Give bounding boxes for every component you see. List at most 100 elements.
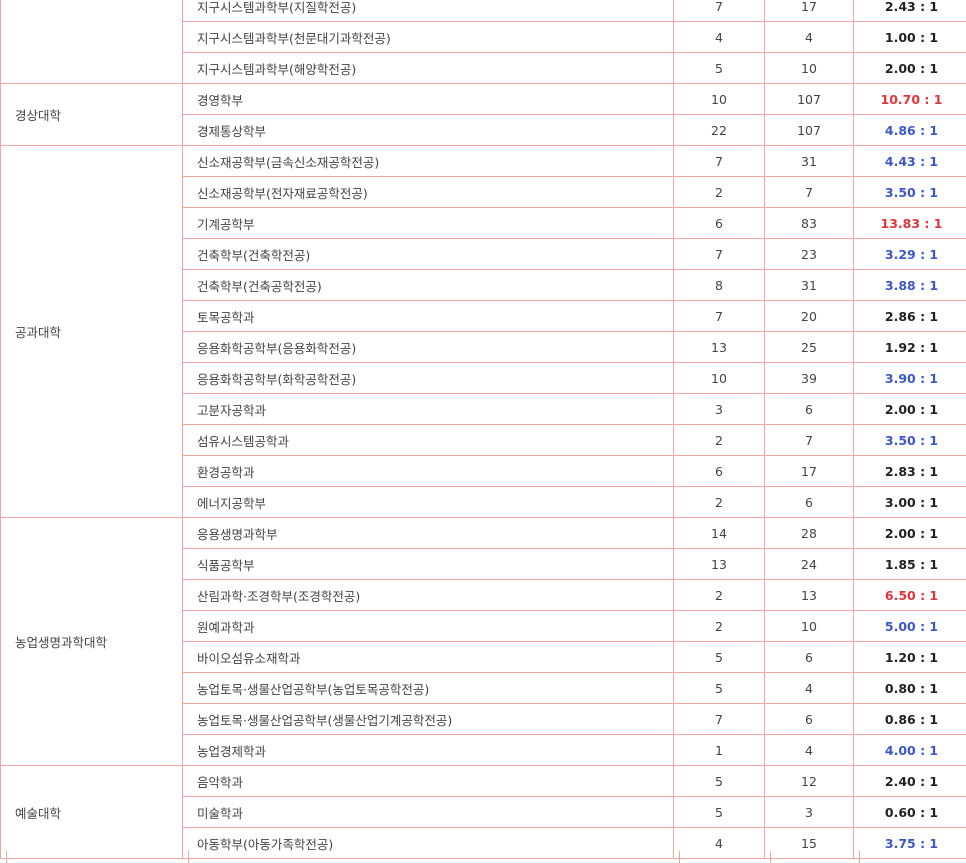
department-cell: 바이오섬유소재학과 [182,641,674,673]
ratio-cell: 3.29 : 1 [853,238,966,270]
table-row: 농업생명과학대학 응용생명과학부 14 28 2.00 : 1 [0,517,966,766]
applicants-cell: 4 [764,21,854,53]
quota-cell: 4 [673,827,765,859]
ratio-cell: 2.86 : 1 [853,300,966,332]
department-cell: 환경공학과 [182,455,674,487]
ratio-cell: 10.70 : 1 [853,83,966,115]
department-cell: 응용생명과학부 [182,517,674,549]
ratio-cell: 3.90 : 1 [853,362,966,394]
applicants-cell: 6 [764,393,854,425]
applicants-cell: 25 [764,331,854,363]
quota-cell: 10 [673,362,765,394]
applicants-cell: 31 [764,145,854,177]
department-cell: 에너지공학부 [182,486,674,518]
department-cell: 응용화학공학부(응용화학전공) [182,331,674,363]
applicants-cell: 107 [764,83,854,115]
ratio-cell: 2.43 : 1 [853,0,966,22]
college-cell [0,0,183,84]
quota-cell: 6 [673,207,765,239]
department-cell: 건축학부(건축학전공) [182,238,674,270]
ratio-cell: 3.50 : 1 [853,176,966,208]
applicants-cell: 6 [764,703,854,735]
ratio-cell: 3.00 : 1 [853,486,966,518]
table-row: 공과대학 신소재공학부(금속신소재공학전공) 7 31 4.43 : 1 [0,145,966,518]
quota-cell: 2 [673,486,765,518]
applicants-cell: 39 [764,362,854,394]
table-row: 예술대학 음악학과 5 12 2.40 : 1 [0,765,966,859]
department-cell: 경제통상학부 [182,114,674,146]
quota-cell: 5 [673,672,765,704]
ratio-cell: 0.60 : 1 [853,796,966,828]
ratio-cell: 2.00 : 1 [853,393,966,425]
applicants-cell: 20 [764,300,854,332]
quota-cell: 10 [673,83,765,115]
department-cell: 지구시스템과학부(지질학전공) [182,0,674,22]
quota-cell: 5 [673,796,765,828]
ratio-cell: 0.80 : 1 [853,672,966,704]
department-cell: 아동학부(아동가족학전공) [182,827,674,859]
department-cell: 신소재공학부(금속신소재공학전공) [182,145,674,177]
quota-cell: 7 [673,300,765,332]
department-cell: 식품공학부 [182,548,674,580]
department-cell: 농업토목·생물산업공학부(농업토목공학전공) [182,672,674,704]
column-divider [6,851,7,863]
column-divider [770,851,771,863]
ratio-cell: 4.43 : 1 [853,145,966,177]
quota-cell: 5 [673,765,765,797]
table-row: 지구시스템과학부(지질학전공) 7 17 2.43 : 1 [0,0,966,84]
applicants-cell: 4 [764,672,854,704]
department-cell: 고분자공학과 [182,393,674,425]
department-cell: 토목공학과 [182,300,674,332]
quota-cell: 14 [673,517,765,549]
applicants-cell: 7 [764,176,854,208]
department-cell: 음악학과 [182,765,674,797]
quota-cell: 2 [673,176,765,208]
quota-cell: 7 [673,145,765,177]
quota-cell: 13 [673,548,765,580]
ratio-cell: 4.00 : 1 [853,734,966,766]
department-cell: 산림과학·조경학부(조경학전공) [182,579,674,611]
quota-cell: 1 [673,734,765,766]
quota-cell: 7 [673,0,765,22]
column-divider [188,851,189,863]
applicants-cell: 28 [764,517,854,549]
quota-cell: 4 [673,21,765,53]
ratio-cell: 3.75 : 1 [853,827,966,859]
applicants-cell: 23 [764,238,854,270]
department-cell: 농업경제학과 [182,734,674,766]
quota-cell: 2 [673,610,765,642]
applicants-cell: 10 [764,52,854,84]
applicants-cell: 83 [764,207,854,239]
ratio-cell: 1.00 : 1 [853,21,966,53]
quota-cell: 5 [673,52,765,84]
table-row: 경상대학 경영학부 10 107 10.70 : 1 [0,83,966,146]
quota-cell: 6 [673,455,765,487]
department-cell: 섬유시스템공학과 [182,424,674,456]
applicants-cell: 10 [764,610,854,642]
quota-cell: 2 [673,579,765,611]
department-cell: 지구시스템과학부(천문대기과학전공) [182,21,674,53]
quota-cell: 2 [673,424,765,456]
applicants-cell: 4 [764,734,854,766]
applicants-cell: 107 [764,114,854,146]
column-divider [859,851,860,863]
ratio-cell: 6.50 : 1 [853,579,966,611]
department-cell: 신소재공학부(전자재료공학전공) [182,176,674,208]
applicants-cell: 6 [764,641,854,673]
ratio-cell: 1.92 : 1 [853,331,966,363]
applicants-cell: 15 [764,827,854,859]
applicants-cell: 6 [764,486,854,518]
ratio-cell: 3.88 : 1 [853,269,966,301]
applicants-cell: 17 [764,455,854,487]
quota-cell: 13 [673,331,765,363]
quota-cell: 5 [673,641,765,673]
competition-ratio-table-container: 지구시스템과학부(지질학전공) 7 17 2.43 : 1 지구시스템과학부(천문대기과… [0,0,966,859]
ratio-cell: 4.86 : 1 [853,114,966,146]
college-cell: 공과대학 [0,145,183,518]
ratio-cell: 1.85 : 1 [853,548,966,580]
quota-cell: 3 [673,393,765,425]
department-cell: 건축학부(건축공학전공) [182,269,674,301]
ratio-cell: 13.83 : 1 [853,207,966,239]
department-cell: 원예과학과 [182,610,674,642]
department-cell: 기계공학부 [182,207,674,239]
